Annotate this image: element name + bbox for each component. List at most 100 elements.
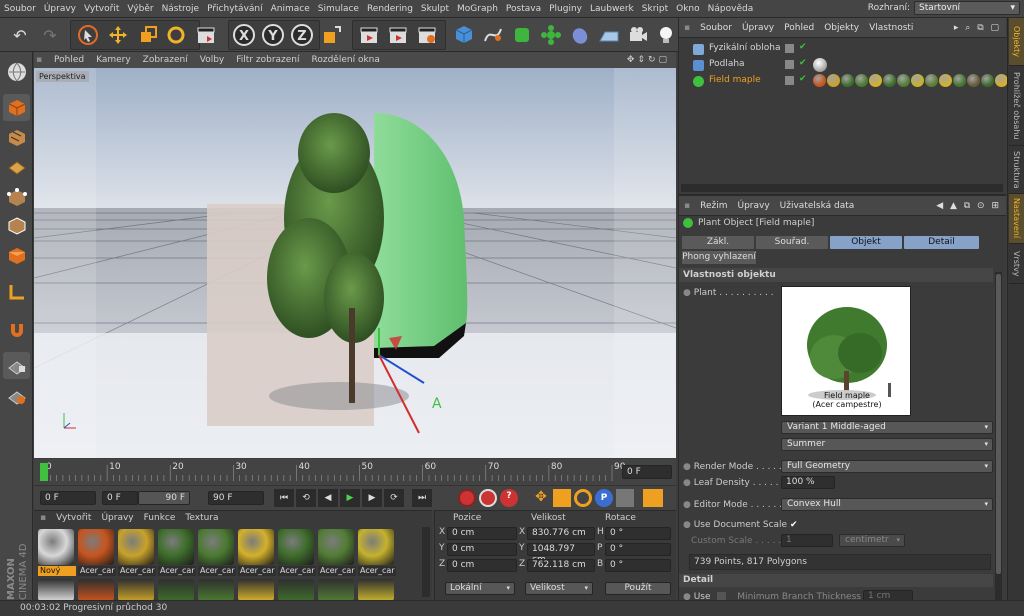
material-tag-icon[interactable]	[841, 74, 854, 87]
timeline-window-icon[interactable]	[643, 489, 663, 507]
plant-thumbnail[interactable]: Field maple (Acer campestre)	[781, 286, 911, 416]
help-key-icon[interactable]: ?	[500, 489, 518, 507]
position-field[interactable]: 0 cm	[447, 543, 517, 556]
rotation-field[interactable]: 0 °	[605, 559, 671, 572]
position-field[interactable]: 0 cm	[447, 559, 517, 572]
goto-start-icon[interactable]: ⏮	[274, 489, 294, 507]
coordinate-system-icon[interactable]	[318, 21, 346, 49]
object-name[interactable]: Fyzikální obloha	[709, 43, 780, 53]
check-icon[interactable]: ✔	[799, 42, 807, 52]
edges-mode-icon[interactable]	[3, 212, 30, 239]
rotation-field[interactable]: 0 °	[605, 543, 671, 556]
material-tag-icon[interactable]	[967, 74, 980, 87]
prev-frame-icon[interactable]: ◀	[318, 489, 338, 507]
attribute-nav-icons[interactable]: ◀ ▲ ⧉ ⊙ ⊞	[931, 201, 1006, 211]
size-mode-select[interactable]: Velikost ▾	[525, 582, 593, 595]
timeline[interactable]: 0 10 20 30 40 50 60 70 80 90 0 F	[34, 459, 676, 485]
attribute-menu-item[interactable]: Úpravy	[733, 201, 775, 211]
material-swatch[interactable]	[318, 529, 354, 565]
material-swatch[interactable]	[198, 529, 234, 565]
play-icon[interactable]: ▶	[340, 489, 360, 507]
snap-magnet-icon[interactable]	[3, 316, 30, 343]
prev-key-icon[interactable]: ⟲	[296, 489, 316, 507]
checkmark-icon[interactable]: ✔	[790, 520, 798, 530]
max-frame-field[interactable]: 90 F	[138, 491, 190, 505]
model-mode-icon[interactable]	[3, 94, 30, 121]
material-tag-icon[interactable]	[813, 74, 826, 87]
tab-coord[interactable]: Souřad.	[756, 236, 828, 249]
menu-item[interactable]: Skulpt	[417, 4, 453, 14]
material-tag-icon[interactable]	[953, 74, 966, 87]
coord-mode-select[interactable]: Lokální ▾	[445, 582, 515, 595]
material-tag-icon[interactable]	[855, 74, 868, 87]
menu-item[interactable]: MoGraph	[453, 4, 502, 14]
locked-workplane-icon[interactable]	[3, 382, 30, 409]
material-swatch[interactable]	[38, 579, 74, 601]
cube-icon[interactable]	[450, 21, 478, 49]
object-menu-item[interactable]: Vlastnosti	[864, 23, 918, 33]
menu-item[interactable]: Postava	[502, 4, 545, 14]
key-move-icon[interactable]: ✥	[532, 489, 550, 507]
workplane-lock-icon[interactable]	[3, 352, 30, 379]
playhead[interactable]	[40, 463, 48, 481]
attribute-scrollbar[interactable]	[995, 272, 1002, 602]
material-tag-icon[interactable]	[925, 74, 938, 87]
tab-phong[interactable]: Phong vyhlazení	[682, 251, 756, 264]
tab-basic[interactable]: Zákl.	[682, 236, 754, 249]
object-menu-item[interactable]: Úpravy	[737, 23, 779, 33]
apply-button[interactable]: Použít	[605, 582, 671, 595]
menu-item[interactable]: Nástroje	[158, 4, 204, 14]
viewport-menu-item[interactable]: Volby	[194, 55, 231, 65]
material-swatch[interactable]	[78, 579, 114, 601]
menu-item[interactable]: Soubor	[0, 4, 40, 14]
menu-item[interactable]: Výběr	[123, 4, 157, 14]
layout-select[interactable]: Startovní ▾	[914, 1, 1020, 15]
material-swatch[interactable]	[238, 529, 274, 565]
spline-pen-icon[interactable]	[479, 21, 507, 49]
points-mode-icon[interactable]	[3, 184, 30, 211]
object-row[interactable]: Fyzikální obloha ✔	[679, 42, 1005, 57]
redo-icon[interactable]: ↷	[36, 21, 64, 49]
key-param-icon[interactable]: P	[595, 489, 613, 507]
menu-item[interactable]: Pluginy	[545, 4, 586, 14]
object-name[interactable]: Field maple	[709, 75, 761, 85]
editor-mode-select[interactable]: Convex Hull ▾	[781, 498, 993, 511]
vtab-layers[interactable]: Vrstvy	[1009, 244, 1024, 284]
attribute-menu-item[interactable]: Režim	[695, 201, 732, 211]
menu-item[interactable]: Úpravy	[40, 4, 80, 14]
render-view-icon[interactable]	[355, 21, 383, 49]
undo-icon[interactable]: ↶	[6, 21, 34, 49]
check-icon[interactable]: ✔	[799, 58, 807, 68]
menu-item[interactable]: Animace	[267, 4, 314, 14]
z-axis-icon[interactable]: Z	[288, 21, 316, 49]
polygons-mode-icon[interactable]	[3, 242, 30, 269]
viewport-menu-item[interactable]: Filtr zobrazení	[230, 55, 305, 65]
move-icon[interactable]	[104, 21, 132, 49]
menu-item[interactable]: Nápověda	[704, 4, 758, 14]
render-settings-icon[interactable]	[413, 21, 441, 49]
object-row[interactable]: Field maple ✔	[679, 74, 1008, 89]
material-swatch[interactable]	[158, 529, 194, 565]
key-pla-icon[interactable]	[616, 489, 634, 507]
vtab-content-browser[interactable]: Prohlížeč obsahu	[1009, 66, 1024, 146]
material-tag-icon[interactable]	[883, 74, 896, 87]
visibility-icon[interactable]	[785, 60, 794, 69]
y-axis-icon[interactable]: Y	[259, 21, 287, 49]
material-swatch[interactable]	[318, 579, 354, 601]
select-icon[interactable]	[74, 21, 102, 49]
material-tag-icon[interactable]	[897, 74, 910, 87]
deformer-icon[interactable]	[566, 21, 594, 49]
viewport-menu-item[interactable]: Rozdělení okna	[306, 55, 386, 65]
tab-object[interactable]: Objekt	[830, 236, 902, 249]
viewport-nav-icons[interactable]: ✥⇕↻▢	[621, 55, 676, 65]
menu-item[interactable]: Laubwerk	[586, 4, 638, 14]
size-field[interactable]: 830.776 cm	[527, 527, 595, 540]
material-menu-item[interactable]: Funkce	[144, 513, 176, 523]
object-search-icons[interactable]: ▸ ⌕ ⧉ ▢	[949, 23, 1006, 33]
array-icon[interactable]	[537, 21, 565, 49]
scale-icon[interactable]	[134, 21, 162, 49]
menu-item[interactable]: Rendering	[363, 4, 417, 14]
viewport-menu-item[interactable]: Zobrazení	[137, 55, 194, 65]
menu-item[interactable]: Okno	[672, 4, 704, 14]
object-row[interactable]: Podlaha ✔	[679, 58, 1005, 73]
